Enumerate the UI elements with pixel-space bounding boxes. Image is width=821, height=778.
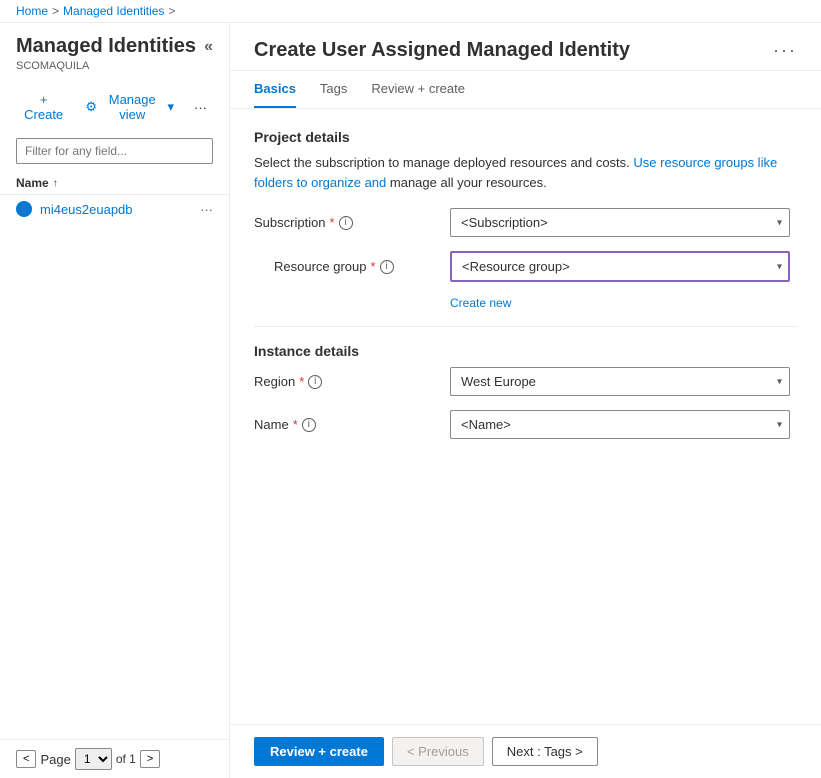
list-item[interactable]: 👤 mi4eus2euapdb ··· <box>0 195 229 223</box>
sidebar-subtitle: SCOMAQUILA <box>16 60 213 72</box>
panel-more-button[interactable]: ··· <box>773 40 797 61</box>
subscription-input: <Subscription> ▾ <box>450 208 790 237</box>
breadcrumb-home[interactable]: Home <box>16 4 48 18</box>
next-page-button[interactable]: > <box>140 750 160 768</box>
resource-group-select[interactable]: <Resource group> <box>450 251 790 282</box>
gear-icon: ⚙ <box>85 99 97 115</box>
name-input: <Name> ▾ <box>450 410 790 439</box>
region-required: * <box>299 374 304 389</box>
sidebar-collapse-button[interactable]: « <box>204 38 213 56</box>
toolbar-more-button[interactable]: ··· <box>188 96 213 119</box>
name-info-icon[interactable]: i <box>302 418 316 432</box>
name-row: Name * i <Name> ▾ <box>254 410 797 439</box>
project-details-desc: Select the subscription to manage deploy… <box>254 153 797 192</box>
column-header: Name ↑ <box>0 172 229 195</box>
breadcrumb: Home > Managed Identities > <box>0 0 821 23</box>
subscription-select[interactable]: <Subscription> <box>450 208 790 237</box>
filter-input[interactable] <box>16 138 213 164</box>
item-list: 👤 mi4eus2euapdb ··· <box>0 195 229 739</box>
resource-group-required: * <box>371 259 376 274</box>
sidebar-footer: < Page 1 of 1 > <box>0 739 229 778</box>
tab-tags[interactable]: Tags <box>320 71 347 108</box>
page-select[interactable]: 1 <box>75 748 112 770</box>
chevron-down-icon: ▾ <box>167 99 174 115</box>
subscription-info-icon[interactable]: i <box>339 216 353 230</box>
sort-icon[interactable]: ↑ <box>53 178 58 189</box>
resource-group-input: <Resource group> ▾ <box>450 251 790 282</box>
resource-group-info-icon[interactable]: i <box>380 260 394 274</box>
sidebar-title: Managed Identities <box>16 35 196 58</box>
breadcrumb-sep2: > <box>168 4 175 18</box>
region-info-icon[interactable]: i <box>308 375 322 389</box>
review-create-button[interactable]: Review + create <box>254 737 384 766</box>
panel-header: Create User Assigned Managed Identity ··… <box>230 23 821 71</box>
name-label: Name * i <box>254 417 434 432</box>
section-divider <box>254 326 797 327</box>
instance-details-section: Instance details Region * i West Europe … <box>254 326 797 439</box>
item-more-button[interactable]: ··· <box>200 202 213 217</box>
subscription-required: * <box>330 215 335 230</box>
breadcrumb-sep1: > <box>52 4 59 18</box>
region-select[interactable]: West Europe <box>450 367 790 396</box>
region-input: West Europe ▾ <box>450 367 790 396</box>
resource-group-row: Resource group * i <Resource group> ▾ <box>254 251 797 282</box>
previous-button: < Previous <box>392 737 484 766</box>
sidebar-title-row: Managed Identities « <box>16 35 213 58</box>
instance-details-title: Instance details <box>254 343 797 359</box>
page-label: Page <box>40 752 70 767</box>
page-navigation: < Page 1 of 1 > <box>16 748 160 770</box>
manage-view-button[interactable]: ⚙ Manage view ▾ <box>79 88 180 126</box>
identity-icon: 👤 <box>16 201 32 217</box>
project-details-title: Project details <box>254 129 797 145</box>
tab-basics[interactable]: Basics <box>254 71 296 108</box>
panel-footer: Review + create < Previous Next : Tags > <box>230 724 821 778</box>
tab-review-create[interactable]: Review + create <box>371 71 465 108</box>
panel-title: Create User Assigned Managed Identity <box>254 39 630 62</box>
prev-page-button[interactable]: < <box>16 750 36 768</box>
subscription-row: Subscription * i <Subscription> ▾ <box>254 208 797 237</box>
item-name[interactable]: mi4eus2euapdb <box>40 202 192 217</box>
page-of-label: of 1 <box>116 752 136 766</box>
name-column-label: Name <box>16 176 49 190</box>
tab-bar: Basics Tags Review + create <box>230 71 821 109</box>
name-required: * <box>293 417 298 432</box>
resource-group-label: Resource group * i <box>254 259 434 274</box>
right-panel: Create User Assigned Managed Identity ··… <box>230 23 821 778</box>
sidebar: Managed Identities « SCOMAQUILA + Create… <box>0 23 230 778</box>
create-button[interactable]: + Create <box>16 88 71 126</box>
filter-bar <box>0 134 229 172</box>
sidebar-toolbar: + Create ⚙ Manage view ▾ ··· <box>0 80 229 134</box>
sidebar-header: Managed Identities « SCOMAQUILA <box>0 23 229 80</box>
form-content: Project details Select the subscription … <box>230 109 821 724</box>
region-label: Region * i <box>254 374 434 389</box>
name-select[interactable]: <Name> <box>450 410 790 439</box>
subscription-label: Subscription * i <box>254 215 434 230</box>
create-new-link[interactable]: Create new <box>450 296 797 310</box>
breadcrumb-managed-identities[interactable]: Managed Identities <box>63 4 164 18</box>
next-button[interactable]: Next : Tags > <box>492 737 598 766</box>
region-row: Region * i West Europe ▾ <box>254 367 797 396</box>
